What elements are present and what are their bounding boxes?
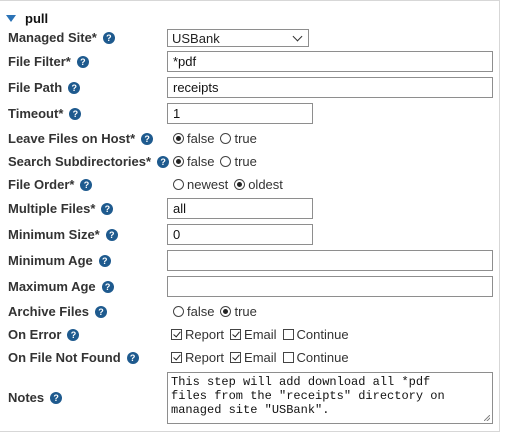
not-found-report-checkbox[interactable]: Report: [171, 350, 224, 365]
row-on-file-not-found: On File Not Found? Report Email Continue: [0, 346, 500, 369]
row-file-order: File Order*? newest oldest: [0, 173, 500, 196]
help-icon[interactable]: ?: [94, 305, 107, 318]
row-minimum-age: Minimum Age?: [0, 249, 500, 272]
notes-textarea[interactable]: This step will add download all *pdf fil…: [167, 372, 493, 424]
leave-files-false-radio[interactable]: false: [173, 131, 214, 146]
section-header[interactable]: pull: [6, 9, 48, 27]
label-on-error: On Error?: [8, 323, 80, 346]
row-file-path: File Path? receipts: [0, 76, 500, 99]
row-minimum-size: Minimum Size*? 0: [0, 223, 500, 246]
file-order-newest-radio[interactable]: newest: [173, 177, 228, 192]
help-icon[interactable]: ?: [80, 178, 93, 191]
row-managed-site: Managed Site*? USBank: [0, 26, 500, 49]
label-minimum-age: Minimum Age?: [8, 249, 111, 272]
help-icon[interactable]: ?: [126, 351, 139, 364]
label-managed-site: Managed Site*?: [8, 26, 115, 49]
help-icon[interactable]: ?: [68, 81, 81, 94]
help-icon[interactable]: ?: [98, 254, 111, 267]
row-archive-files: Archive Files? false true: [0, 300, 500, 323]
archive-files-true-radio[interactable]: true: [220, 304, 257, 319]
on-error-report-checkbox[interactable]: Report: [171, 327, 224, 342]
label-minimum-size: Minimum Size*?: [8, 223, 118, 246]
help-icon[interactable]: ?: [69, 107, 82, 120]
help-icon[interactable]: ?: [101, 202, 114, 215]
caret-down-icon[interactable]: [6, 14, 16, 22]
label-archive-files: Archive Files?: [8, 300, 107, 323]
label-notes: Notes?: [8, 386, 63, 409]
row-on-error: On Error? Report Email Continue: [0, 323, 500, 346]
section-title: pull: [25, 10, 49, 26]
top-divider: [0, 0, 500, 1]
minimum-size-input[interactable]: 0: [167, 224, 313, 245]
help-icon[interactable]: ?: [141, 132, 154, 145]
leave-files-true-radio[interactable]: true: [220, 131, 257, 146]
not-found-email-checkbox[interactable]: Email: [230, 350, 277, 365]
label-file-path: File Path?: [8, 76, 81, 99]
label-maximum-age: Maximum Age?: [8, 275, 114, 298]
row-leave-files: Leave Files on Host*? false true: [0, 127, 500, 150]
resize-grip-icon[interactable]: [484, 415, 490, 421]
help-icon[interactable]: ?: [101, 280, 114, 293]
minimum-age-input[interactable]: [167, 250, 493, 271]
search-subdirs-true-radio[interactable]: true: [220, 154, 257, 169]
multiple-files-input[interactable]: all: [167, 198, 313, 219]
row-file-filter: File Filter*? *pdf: [0, 50, 500, 73]
help-icon[interactable]: ?: [67, 328, 80, 341]
archive-files-false-radio[interactable]: false: [173, 304, 214, 319]
label-search-subdirs: Search Subdirectories*?: [8, 150, 170, 173]
row-multiple-files: Multiple Files*? all: [0, 197, 500, 220]
file-path-input[interactable]: receipts: [167, 77, 493, 98]
file-order-oldest-radio[interactable]: oldest: [234, 177, 283, 192]
notes-field: This step will add download all *pdf fil…: [167, 372, 493, 424]
row-timeout: Timeout*? 1: [0, 102, 500, 125]
label-file-filter: File Filter*?: [8, 50, 89, 73]
not-found-continue-checkbox[interactable]: Continue: [282, 350, 349, 365]
help-icon[interactable]: ?: [50, 391, 63, 404]
help-icon[interactable]: ?: [76, 55, 89, 68]
help-icon[interactable]: ?: [102, 31, 115, 44]
on-error-continue-checkbox[interactable]: Continue: [282, 327, 349, 342]
managed-site-select[interactable]: USBank: [167, 29, 309, 47]
help-icon[interactable]: ?: [157, 155, 170, 168]
label-on-file-not-found: On File Not Found?: [8, 346, 139, 369]
label-leave-files: Leave Files on Host*?: [8, 127, 154, 150]
timeout-input[interactable]: 1: [167, 103, 313, 124]
chevron-down-icon: [292, 31, 303, 41]
managed-site-value: USBank: [172, 30, 220, 46]
search-subdirs-false-radio[interactable]: false: [173, 154, 214, 169]
maximum-age-input[interactable]: [167, 276, 493, 297]
label-multiple-files: Multiple Files*?: [8, 197, 114, 220]
row-maximum-age: Maximum Age?: [0, 275, 500, 298]
on-error-email-checkbox[interactable]: Email: [230, 327, 277, 342]
row-search-subdirs: Search Subdirectories*? false true: [0, 150, 500, 173]
file-filter-input[interactable]: *pdf: [167, 51, 493, 72]
help-icon[interactable]: ?: [105, 228, 118, 241]
label-timeout: Timeout*?: [8, 102, 82, 125]
label-file-order: File Order*?: [8, 173, 93, 196]
